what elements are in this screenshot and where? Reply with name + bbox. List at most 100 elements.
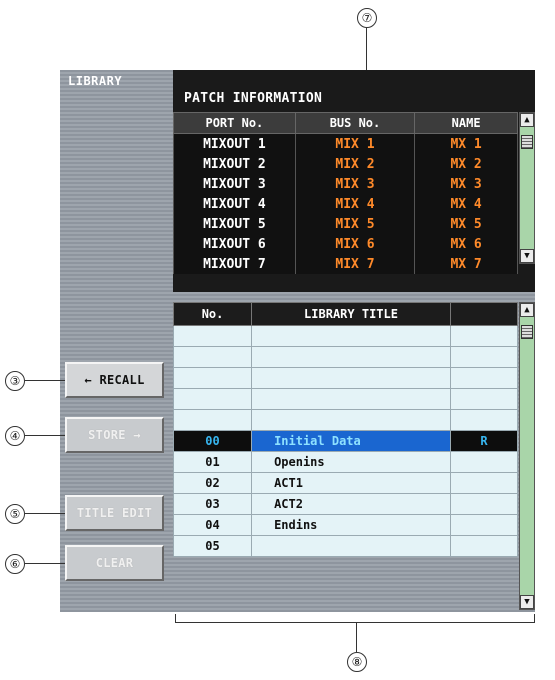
callout-8-leader	[356, 622, 357, 652]
store-button[interactable]: STORE →	[65, 417, 164, 453]
callout-5-leader	[25, 513, 65, 514]
library-header-title: LIBRARY TITLE	[251, 302, 451, 326]
library-protect	[449, 535, 519, 557]
library-number	[172, 388, 253, 410]
bus-cell: MIX 4	[294, 194, 416, 214]
callout-6-leader	[25, 563, 65, 564]
name-cell: MX 6	[414, 234, 518, 254]
table-row[interactable]: MIXOUT 1 MIX 1 MX 1	[173, 133, 518, 154]
callout-8-bracket-left	[175, 614, 176, 623]
table-row[interactable]: MIXOUT 3 MIX 3 MX 3	[173, 174, 518, 194]
name-cell: MX 7	[414, 254, 518, 274]
library-title	[251, 388, 451, 410]
library-protect: R	[449, 430, 519, 452]
callout-7: ⑦	[357, 8, 377, 28]
port-cell: MIXOUT 6	[173, 234, 296, 254]
recall-button[interactable]: ← RECALL	[65, 362, 164, 398]
callout-3-leader	[25, 380, 65, 381]
table-row[interactable]: MIXOUT 6 MIX 6 MX 6	[173, 234, 518, 254]
patch-header-row: PORT No. BUS No. NAME	[173, 112, 518, 134]
library-number	[172, 346, 253, 368]
patch-scrollbar[interactable]: ▲ ▼	[519, 112, 535, 264]
table-row[interactable]: MIXOUT 4 MIX 4 MX 4	[173, 194, 518, 214]
scroll-down-icon[interactable]: ▼	[520, 249, 534, 263]
bus-cell: MIX 3	[294, 174, 416, 194]
table-row[interactable]: MIXOUT 2 MIX 2 MX 2	[173, 154, 518, 174]
library-header-protect	[449, 302, 519, 326]
bus-cell: MIX 2	[294, 154, 416, 174]
title-edit-button[interactable]: TITLE EDIT	[65, 495, 164, 531]
list-item[interactable]: 02 ACT1	[172, 472, 519, 494]
list-item-selected[interactable]: 00 Initial Data R	[172, 430, 519, 452]
library-number: 03	[172, 493, 253, 515]
list-item[interactable]	[172, 325, 519, 347]
library-number	[172, 367, 253, 389]
library-number: 01	[172, 451, 253, 473]
library-number	[172, 325, 253, 347]
clear-button[interactable]: CLEAR	[65, 545, 164, 581]
bus-cell: MIX 6	[294, 234, 416, 254]
scroll-thumb[interactable]	[521, 325, 533, 339]
library-header-no: No.	[172, 302, 253, 326]
library-title	[251, 535, 451, 557]
callout-4: ④	[5, 426, 25, 446]
callout-8-bracket-right	[534, 614, 535, 623]
library-number	[172, 409, 253, 431]
list-item[interactable]: 03 ACT2	[172, 493, 519, 515]
library-scrollbar[interactable]: ▲ ▼	[519, 302, 535, 610]
scroll-up-icon[interactable]: ▲	[520, 113, 534, 127]
port-cell: MIXOUT 2	[173, 154, 296, 174]
library-protect	[449, 451, 519, 473]
library-protect	[449, 493, 519, 515]
list-item[interactable]: 01 Openins	[172, 451, 519, 473]
library-title: ACT1	[251, 472, 451, 494]
library-protect	[449, 367, 519, 389]
table-row[interactable]: MIXOUT 5 MIX 5 MX 5	[173, 214, 518, 234]
library-number: 02	[172, 472, 253, 494]
library-title: Openins	[251, 451, 451, 473]
list-item[interactable]	[172, 367, 519, 389]
library-protect	[449, 514, 519, 536]
library-number: 04	[172, 514, 253, 536]
library-label: LIBRARY	[68, 74, 123, 88]
list-item[interactable]	[172, 388, 519, 410]
library-number: 05	[172, 535, 253, 557]
callout-8-bracket	[175, 622, 535, 623]
library-title	[251, 346, 451, 368]
name-cell: MX 4	[414, 194, 518, 214]
list-item[interactable]	[172, 409, 519, 431]
library-title: Endins	[251, 514, 451, 536]
scroll-up-icon[interactable]: ▲	[520, 303, 534, 317]
patch-header-bus: BUS No.	[294, 112, 416, 134]
port-cell: MIXOUT 3	[173, 174, 296, 194]
scroll-thumb[interactable]	[521, 135, 533, 149]
port-cell: MIXOUT 1	[173, 133, 296, 154]
scroll-down-icon[interactable]: ▼	[520, 595, 534, 609]
name-cell: MX 2	[414, 154, 518, 174]
list-item[interactable]: 05	[172, 535, 519, 557]
name-cell: MX 5	[414, 214, 518, 234]
port-cell: MIXOUT 4	[173, 194, 296, 214]
patch-header-name: NAME	[414, 112, 518, 134]
library-protect	[449, 472, 519, 494]
bus-cell: MIX 7	[294, 254, 416, 274]
library-title	[251, 409, 451, 431]
patch-information-title: PATCH INFORMATION	[184, 91, 323, 106]
table-row[interactable]: MIXOUT 7 MIX 7 MX 7	[173, 254, 518, 274]
callout-5: ⑤	[5, 504, 25, 524]
library-header-row: No. LIBRARY TITLE	[172, 302, 519, 326]
patch-table: PORT No. BUS No. NAME MIXOUT 1 MIX 1 MX 1 …	[173, 112, 518, 274]
bus-cell: MIX 5	[294, 214, 416, 234]
patch-header-port: PORT No.	[173, 112, 296, 134]
name-cell: MX 3	[414, 174, 518, 194]
callout-6: ⑥	[5, 554, 25, 574]
callout-4-leader	[25, 435, 65, 436]
list-item[interactable]: 04 Endins	[172, 514, 519, 536]
list-item[interactable]	[172, 346, 519, 368]
library-protect	[449, 325, 519, 347]
library-title	[251, 325, 451, 347]
bus-cell: MIX 1	[294, 133, 416, 154]
library-title: Initial Data	[251, 430, 451, 452]
library-table: No. LIBRARY TITLE 00 Initial Data R 01 Open…	[172, 302, 519, 557]
callout-8: ⑧	[347, 652, 367, 672]
